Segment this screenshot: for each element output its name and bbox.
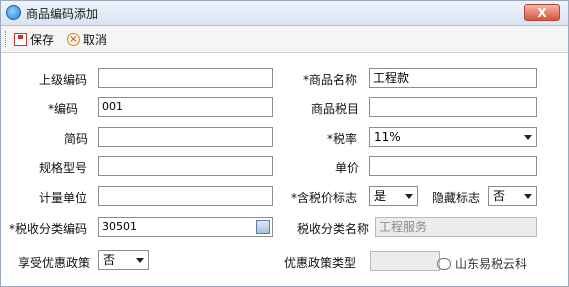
unit-price-label: 单价 [335, 161, 360, 175]
tax-class-code-input[interactable]: 30501 [98, 217, 273, 237]
preferential-label: 享受优惠政策 [18, 256, 91, 270]
preferential-value: 否 [103, 253, 116, 267]
cancel-button[interactable]: × 取消 [67, 30, 107, 48]
hidden-flag-label: 隐藏标志 [432, 191, 481, 205]
toolbar: 保存 × 取消 [1, 26, 568, 53]
hidden-flag-value: 否 [493, 189, 506, 203]
tax-class-code-label: *税收分类编码 [9, 222, 88, 236]
tax-included-label: *含税价标志 [291, 191, 358, 205]
parent-code-input[interactable] [98, 68, 273, 88]
window-title: 商品编码添加 [26, 7, 99, 21]
save-icon [14, 32, 27, 46]
save-button[interactable]: 保存 [14, 30, 54, 48]
product-code-add-window: 商品编码添加 X 保存 × 取消 上级编码 *商品名称 工程款 *编码 001 … [0, 0, 569, 287]
watermark-text: 山东易税云科 [455, 257, 528, 271]
chevron-down-icon [136, 258, 144, 263]
watermark: 山东易税云科 [437, 255, 527, 272]
chevron-down-icon [524, 194, 532, 199]
preferential-type-input [370, 251, 440, 271]
wechat-icon [437, 257, 451, 270]
code-label: *编码 [48, 102, 79, 116]
tax-rate-select[interactable]: 11% [369, 127, 537, 147]
toolbar-grip [5, 31, 8, 47]
cancel-label: 取消 [83, 32, 108, 47]
short-code-input[interactable] [98, 127, 273, 147]
tax-rate-label: *税率 [327, 132, 358, 146]
lookup-icon[interactable] [256, 220, 270, 234]
code-input[interactable]: 001 [98, 97, 273, 117]
unit-input[interactable] [98, 186, 273, 206]
tax-included-select[interactable]: 是 [369, 186, 418, 206]
unit-price-input[interactable] [369, 156, 537, 176]
product-name-label: *商品名称 [303, 73, 358, 87]
close-button[interactable]: X [524, 4, 560, 21]
spec-label: 规格型号 [39, 161, 88, 175]
app-icon [6, 5, 21, 20]
tax-rate-value: 11% [374, 130, 401, 144]
parent-code-label: 上级编码 [39, 73, 88, 87]
tax-included-value: 是 [374, 189, 387, 203]
spec-input[interactable] [98, 156, 273, 176]
product-name-input[interactable]: 工程款 [369, 68, 537, 88]
title-bar: 商品编码添加 X [1, 1, 568, 26]
hidden-flag-select[interactable]: 否 [488, 186, 537, 206]
save-label: 保存 [30, 32, 55, 47]
unit-label: 计量单位 [39, 191, 88, 205]
preferential-type-label: 优惠政策类型 [284, 256, 357, 270]
tax-class-name-input: 工程服务 [375, 217, 537, 237]
tax-class-name-label: 税收分类名称 [297, 222, 370, 236]
tax-item-input[interactable] [369, 97, 537, 117]
chevron-down-icon [405, 194, 413, 199]
preferential-select[interactable]: 否 [98, 250, 149, 270]
cancel-icon: × [67, 32, 80, 46]
chevron-down-icon [524, 135, 532, 140]
tax-item-label: 商品税目 [311, 102, 360, 116]
tax-class-code-value: 30501 [102, 220, 137, 233]
short-code-label: 简码 [64, 132, 89, 146]
